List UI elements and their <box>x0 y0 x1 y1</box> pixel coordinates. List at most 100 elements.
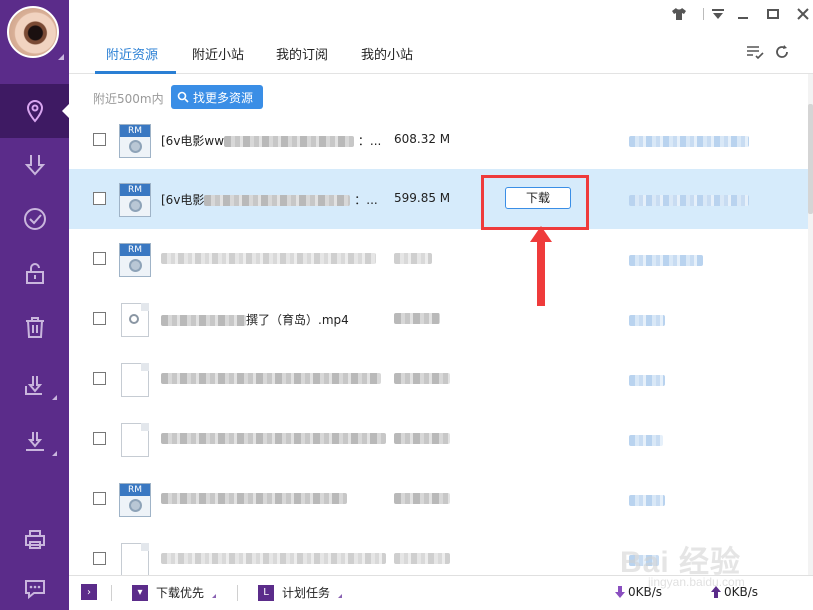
highlight-box <box>481 175 589 230</box>
table-row[interactable]: 撰了（育岛）.mp4 <box>69 289 808 349</box>
list-check-icon <box>747 46 764 60</box>
file-size <box>394 551 450 565</box>
submenu-caret-icon <box>52 451 57 456</box>
minimize-button[interactable] <box>733 5 753 23</box>
blank-doc-icon <box>119 543 151 575</box>
file-name <box>161 371 381 385</box>
sidebar-item-chat[interactable] <box>0 562 69 610</box>
tab-my-station[interactable]: 我的小站 <box>361 44 413 63</box>
printer-icon <box>24 530 45 549</box>
rm-video-icon: RM <box>119 243 151 277</box>
blank-doc-icon <box>119 363 151 397</box>
file-size <box>394 371 450 385</box>
maximize-button[interactable] <box>763 5 783 23</box>
sidebar-item-downloading[interactable] <box>0 138 69 192</box>
vertical-scrollbar[interactable] <box>808 74 813 575</box>
refresh-button[interactable] <box>772 42 792 62</box>
check-circle-icon <box>23 208 46 230</box>
source-info <box>629 433 663 448</box>
skin-button[interactable] <box>669 5 689 23</box>
source-info <box>629 193 749 208</box>
row-checkbox[interactable] <box>93 492 106 505</box>
annotation-arrow-icon <box>530 226 552 306</box>
main-menu-button[interactable] <box>708 5 728 23</box>
row-checkbox[interactable] <box>93 133 106 146</box>
tab-bar: 附近资源 附近小站 我的订阅 我的小站 <box>69 30 813 74</box>
status-separator <box>111 585 112 601</box>
source-info <box>629 134 749 149</box>
file-name: [6v电影 ：... <box>161 193 378 207</box>
file-name: 撰了（育岛）.mp4 <box>161 311 349 328</box>
rm-video-icon: RM <box>119 183 151 217</box>
blank-doc-icon <box>119 423 151 457</box>
file-size <box>394 491 450 505</box>
tab-nearby-stations[interactable]: 附近小站 <box>192 44 244 63</box>
source-info <box>629 493 665 508</box>
sidebar-item-trash[interactable] <box>0 300 69 354</box>
sidebar <box>0 0 69 610</box>
file-name: [6v电影ww ：... <box>161 134 382 148</box>
table-row[interactable]: RM <box>69 469 808 529</box>
close-button[interactable] <box>793 5 813 23</box>
file-name <box>161 491 347 505</box>
watermark: Bai 经验 jingyan.baidu.com <box>620 546 745 589</box>
table-row[interactable] <box>69 349 808 409</box>
tab-nearby-resources[interactable]: 附近资源 <box>106 44 158 63</box>
active-tab-underline <box>95 71 176 74</box>
file-size <box>394 251 432 265</box>
table-row[interactable]: RM [6v电影ww ：... 608.32 M <box>69 110 808 170</box>
resource-list: RM [6v电影ww ：... 608.32 M RM [6v电影 ：... 5… <box>69 110 808 575</box>
row-checkbox[interactable] <box>93 552 106 565</box>
find-more-label: 找更多资源 <box>193 90 254 105</box>
download-arrow-icon <box>24 155 45 176</box>
scheduled-task-button[interactable]: L 计划任务 <box>258 584 343 601</box>
sort-button[interactable] <box>745 42 765 62</box>
file-size: 608.32 M <box>394 132 451 146</box>
row-checkbox[interactable] <box>93 312 106 325</box>
file-name <box>161 551 386 565</box>
row-checkbox[interactable] <box>93 192 106 205</box>
location-pin-icon <box>26 99 43 123</box>
minimize-icon <box>738 17 748 19</box>
table-row-selected[interactable]: RM [6v电影 ：... 599.85 M 下载 <box>69 169 808 229</box>
source-info <box>629 313 665 328</box>
expand-toggle[interactable]: › <box>81 584 97 600</box>
sidebar-item-nearby[interactable] <box>0 84 69 138</box>
table-row[interactable]: RM <box>69 229 808 289</box>
sidebar-item-import[interactable] <box>0 358 69 412</box>
row-checkbox[interactable] <box>93 252 106 265</box>
submenu-caret-icon <box>52 395 57 400</box>
status-separator <box>237 585 238 601</box>
dropdown-caret-icon <box>212 593 217 598</box>
row-checkbox[interactable] <box>93 432 106 445</box>
titlebar <box>69 0 813 30</box>
table-row[interactable] <box>69 409 808 469</box>
avatar[interactable] <box>7 6 59 58</box>
row-checkbox[interactable] <box>93 372 106 385</box>
source-info <box>629 373 665 388</box>
sidebar-item-private[interactable] <box>0 246 69 300</box>
sidebar-item-new-task[interactable] <box>0 414 69 468</box>
trash-icon <box>25 317 44 338</box>
dropdown-caret-icon <box>338 593 343 598</box>
sidebar-item-completed[interactable] <box>0 192 69 246</box>
chat-icon <box>24 580 45 600</box>
download-priority-label: 下载优先 <box>156 586 205 600</box>
find-more-resources-button[interactable]: 找更多资源 <box>171 85 263 109</box>
download-priority-button[interactable]: ▾ 下载优先 <box>132 584 217 601</box>
sidebar-item-print[interactable] <box>0 512 69 566</box>
tshirt-icon <box>672 8 686 20</box>
rm-video-icon: RM <box>119 124 151 158</box>
tab-my-subscriptions[interactable]: 我的订阅 <box>276 44 328 63</box>
schedule-icon: L <box>258 584 274 601</box>
active-indicator <box>62 104 69 118</box>
scroll-thumb[interactable] <box>808 104 813 214</box>
refresh-icon <box>776 45 788 58</box>
download-tray-icon <box>25 432 44 451</box>
avatar-menu-caret-icon[interactable] <box>58 54 64 60</box>
file-name <box>161 431 386 445</box>
source-info <box>629 253 703 268</box>
search-doc-icon <box>119 303 151 337</box>
maximize-icon <box>767 9 779 19</box>
search-icon <box>177 91 189 103</box>
